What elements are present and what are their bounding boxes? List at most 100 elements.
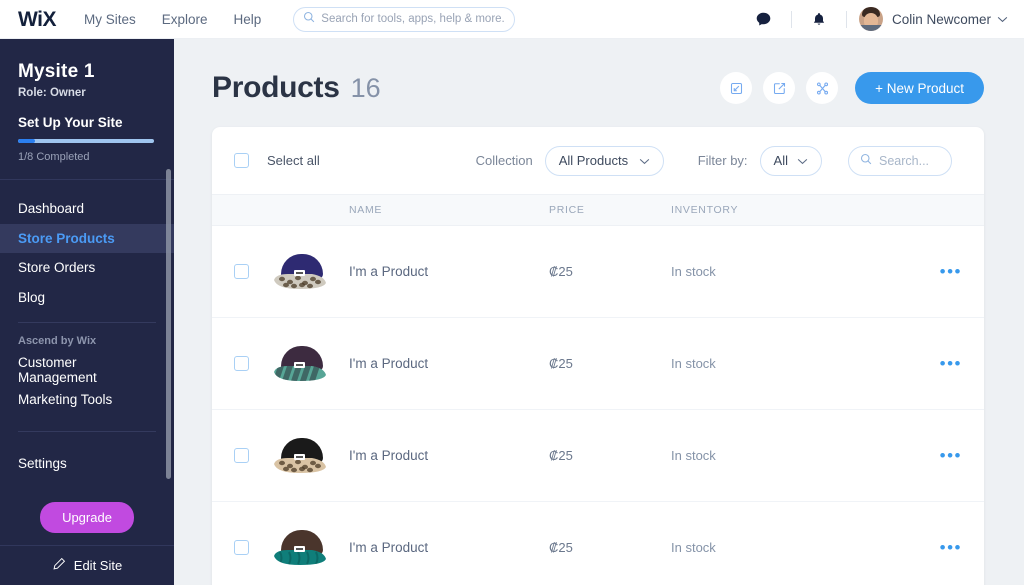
collection-label: Collection bbox=[475, 153, 533, 168]
products-table-body: I'm a Product ₡25 In stock ••• I'm a Pro… bbox=[212, 226, 984, 585]
table-row[interactable]: I'm a Product ₡25 In stock ••• bbox=[212, 502, 984, 585]
sidebar-item-label: Blog bbox=[18, 290, 46, 305]
divider bbox=[18, 322, 156, 323]
sidebar-item-blog[interactable]: Blog bbox=[0, 283, 174, 312]
column-header-inventory: INVENTORY bbox=[671, 204, 739, 216]
collection-value: All Products bbox=[558, 153, 629, 168]
import-products-icon[interactable] bbox=[720, 72, 753, 104]
top-navigation-bar: WiX My Sites Explore Help Colin Newcomer bbox=[0, 0, 1024, 39]
table-row[interactable]: I'm a Product ₡25 In stock ••• bbox=[212, 226, 984, 318]
edit-site-label: Edit Site bbox=[73, 558, 123, 573]
row-select-checkbox[interactable] bbox=[234, 448, 249, 463]
product-price: ₡25 bbox=[549, 264, 573, 279]
sidebar-item-label: Settings bbox=[18, 456, 67, 471]
sidebar-item-label: Store Orders bbox=[18, 260, 96, 275]
sidebar-item-marketing-tools[interactable]: Marketing Tools bbox=[0, 385, 174, 414]
select-all-label: Select all bbox=[267, 153, 320, 168]
nav-explore[interactable]: Explore bbox=[162, 12, 208, 27]
collection-dropdown[interactable]: All Products bbox=[544, 145, 664, 176]
setup-progress-bar bbox=[18, 139, 154, 143]
product-inventory: In stock bbox=[671, 356, 716, 371]
row-actions-menu[interactable]: ••• bbox=[940, 263, 962, 280]
sidebar-item-store-orders[interactable]: Store Orders bbox=[0, 253, 174, 282]
product-inventory: In stock bbox=[671, 448, 716, 463]
product-search-box[interactable] bbox=[848, 145, 952, 176]
product-search-input[interactable] bbox=[879, 153, 940, 168]
export-products-icon[interactable] bbox=[763, 72, 796, 104]
setup-progress-fill bbox=[18, 139, 35, 143]
global-search-box[interactable] bbox=[293, 6, 516, 32]
main-content: Products 16 + New Product Select all Col… bbox=[174, 39, 1024, 585]
site-title: Mysite 1 bbox=[18, 61, 95, 82]
edit-site-button[interactable]: Edit Site bbox=[0, 545, 174, 585]
product-thumbnail[interactable] bbox=[274, 436, 349, 476]
product-name[interactable]: I'm a Product bbox=[349, 448, 549, 463]
top-nav-links: My Sites Explore Help bbox=[84, 12, 261, 27]
connect-products-icon[interactable] bbox=[806, 72, 839, 104]
sidebar-nav: Dashboard Store Products Store Orders Bl… bbox=[0, 180, 174, 533]
row-select-checkbox[interactable] bbox=[234, 540, 249, 555]
pencil-icon bbox=[52, 557, 66, 574]
divider bbox=[790, 10, 792, 28]
product-thumbnail[interactable] bbox=[274, 252, 349, 292]
row-select-checkbox[interactable] bbox=[234, 264, 249, 279]
upgrade-button-wrap: Upgrade bbox=[0, 502, 174, 533]
product-inventory: In stock bbox=[671, 264, 716, 279]
avatar[interactable] bbox=[858, 7, 883, 31]
sidebar-item-label: Marketing Tools bbox=[18, 392, 113, 407]
filter-dropdown[interactable]: All bbox=[759, 145, 822, 176]
notification-bell-icon[interactable] bbox=[804, 11, 834, 28]
column-header-price: PRICE bbox=[549, 204, 585, 216]
chat-bubble-icon[interactable] bbox=[749, 11, 779, 28]
sidebar-item-customer-management[interactable]: Customer Management bbox=[0, 354, 174, 385]
top-right-actions: Colin Newcomer bbox=[749, 7, 1008, 31]
row-actions-menu[interactable]: ••• bbox=[940, 447, 962, 464]
site-role: Role: Owner bbox=[18, 87, 86, 99]
row-select-checkbox[interactable] bbox=[234, 356, 249, 371]
product-thumbnail[interactable] bbox=[274, 528, 349, 568]
products-toolbar: Select all Collection All Products Filte… bbox=[212, 127, 984, 194]
new-product-button[interactable]: + New Product bbox=[855, 72, 984, 104]
nav-my-sites[interactable]: My Sites bbox=[84, 12, 136, 27]
filter-value: All bbox=[773, 153, 788, 168]
table-row[interactable]: I'm a Product ₡25 In stock ••• bbox=[212, 410, 984, 502]
sidebar-item-label: Customer Management bbox=[18, 354, 97, 385]
account-name[interactable]: Colin Newcomer bbox=[892, 12, 991, 27]
table-header-row: NAME PRICE INVENTORY bbox=[212, 194, 984, 226]
product-name[interactable]: I'm a Product bbox=[349, 356, 549, 371]
product-inventory: In stock bbox=[671, 540, 716, 555]
product-price: ₡25 bbox=[549, 540, 573, 555]
page-header-actions: + New Product bbox=[720, 72, 984, 104]
sidebar-item-store-products[interactable]: Store Products bbox=[0, 224, 174, 253]
product-name[interactable]: I'm a Product bbox=[349, 264, 549, 279]
chevron-down-icon bbox=[797, 153, 808, 168]
upgrade-button[interactable]: Upgrade bbox=[40, 502, 134, 533]
nav-help[interactable]: Help bbox=[234, 12, 262, 27]
divider bbox=[18, 431, 156, 432]
table-row[interactable]: I'm a Product ₡25 In stock ••• bbox=[212, 318, 984, 410]
sidebar-group-label: Ascend by Wix bbox=[18, 335, 97, 347]
toolbar-filters: Collection All Products Filter by: All bbox=[475, 145, 952, 176]
global-search-input[interactable] bbox=[321, 13, 506, 25]
chevron-down-icon[interactable] bbox=[997, 10, 1008, 28]
divider bbox=[845, 10, 847, 28]
wix-logo[interactable]: WiX bbox=[18, 9, 56, 30]
cap-image bbox=[274, 436, 330, 476]
row-actions-menu[interactable]: ••• bbox=[940, 539, 962, 556]
chevron-down-icon bbox=[639, 153, 650, 168]
row-actions-menu[interactable]: ••• bbox=[940, 355, 962, 372]
sidebar-item-dashboard[interactable]: Dashboard bbox=[0, 194, 174, 223]
filter-by-label: Filter by: bbox=[697, 153, 748, 168]
product-price: ₡25 bbox=[549, 448, 573, 463]
setup-your-site-link[interactable]: Set Up Your Site bbox=[18, 115, 156, 130]
sidebar-item-label: Store Products bbox=[18, 231, 115, 246]
cap-image bbox=[274, 252, 330, 292]
search-icon bbox=[303, 10, 315, 28]
product-name[interactable]: I'm a Product bbox=[349, 540, 549, 555]
product-thumbnail[interactable] bbox=[274, 344, 349, 384]
sidebar: Mysite 1 Role: Owner Set Up Your Site 1/… bbox=[0, 39, 174, 585]
column-header-name: NAME bbox=[349, 204, 383, 216]
sidebar-scrollbar[interactable] bbox=[166, 169, 171, 479]
sidebar-item-settings[interactable]: Settings bbox=[0, 449, 174, 478]
select-all-checkbox[interactable] bbox=[234, 153, 249, 168]
